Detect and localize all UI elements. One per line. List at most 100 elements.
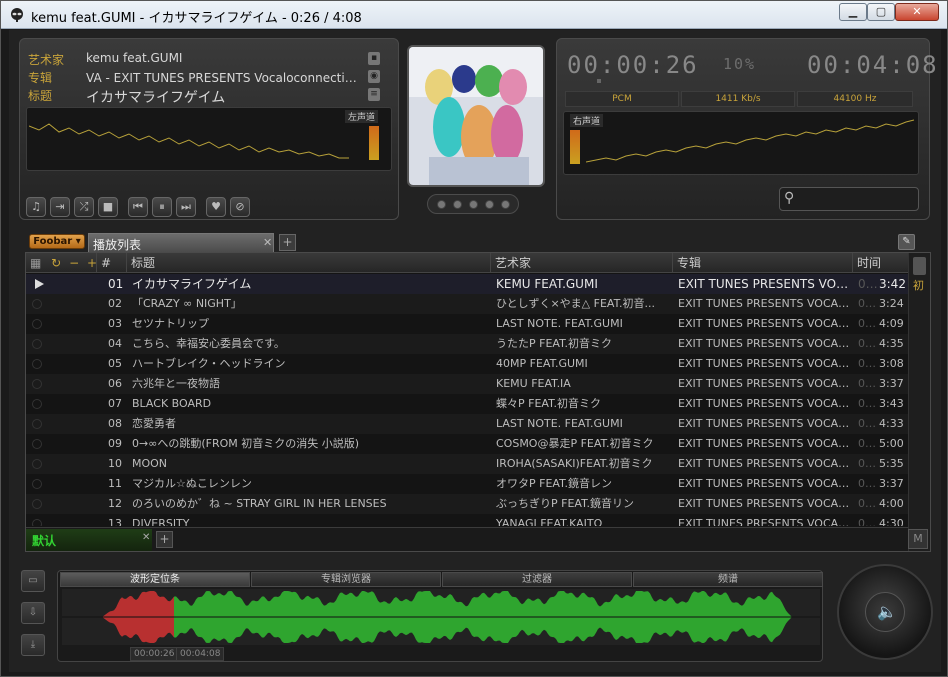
table-row[interactable]: 10 MOON IROHA(SASAKI)FEAT.初音ミク EXIT TUNES P… bbox=[26, 454, 908, 474]
row-number: 06 bbox=[108, 377, 122, 390]
album-art[interactable] bbox=[407, 45, 545, 187]
row-title: セツナトリップ bbox=[132, 317, 209, 330]
tab-close-icon[interactable]: ✕ bbox=[263, 236, 272, 249]
row-time-prefix: 00:0 bbox=[858, 417, 880, 430]
import-icon[interactable]: ⇩ bbox=[21, 602, 45, 624]
tab-default[interactable]: 默认 ✕ bbox=[26, 529, 152, 551]
close-button[interactable]: ✕ bbox=[895, 3, 939, 21]
next-button[interactable]: ⏭ bbox=[176, 197, 196, 217]
artist-label: 艺术家 bbox=[28, 53, 65, 67]
volume-knob-center[interactable]: 🔈 bbox=[865, 592, 905, 632]
table-row[interactable]: 07 BLACK BOARD 蝶々P FEAT.初音ミク EXIT TUNES PRE… bbox=[26, 394, 908, 414]
progress-percent: 10% bbox=[723, 55, 757, 73]
row-time-prefix: 00:0 bbox=[858, 457, 880, 470]
page-dot[interactable] bbox=[453, 200, 462, 209]
artist-value: kemu feat.GUMI bbox=[86, 51, 183, 65]
table-row[interactable]: 05 ハートブレイク・ヘッドライン 40MP FEAT.GUMI EXIT TUNES… bbox=[26, 354, 908, 374]
m-button[interactable]: M bbox=[908, 529, 928, 549]
settings-wrench-icon[interactable]: ✎ bbox=[898, 234, 915, 250]
row-artist: COSMO@暴走P FEAT.初音ミク bbox=[496, 437, 654, 450]
time-panel: 00:00:26 10% 00:04:08 PCM 1411 Kb/s 4410… bbox=[556, 38, 937, 220]
title-value: イカサマライフゲイム bbox=[86, 90, 226, 106]
row-title: ハートブレイク・ヘッドライン bbox=[132, 357, 286, 370]
refresh-icon[interactable]: ↻ bbox=[51, 256, 61, 270]
column-time[interactable]: 时间 bbox=[852, 253, 908, 273]
minimize-button[interactable]: ▁ bbox=[839, 3, 867, 21]
title-bar[interactable]: kemu feat.GUMI - イカサマライフゲイム - 0:26 / 4:0… bbox=[1, 1, 947, 29]
row-number: 05 bbox=[108, 357, 122, 370]
volume-knob[interactable]: 🔈 bbox=[837, 564, 933, 660]
pause-button[interactable]: ⏸ bbox=[152, 197, 172, 217]
grid-icon[interactable]: ▦ bbox=[30, 256, 41, 270]
cd-icon[interactable]: ◉ bbox=[368, 70, 380, 83]
row-album: EXIT TUNES PRESENTS VOCALO... bbox=[678, 297, 850, 310]
block-button[interactable]: ⊘ bbox=[230, 197, 250, 217]
shuffle-button[interactable]: ⤮ bbox=[74, 197, 94, 217]
artist-info-icon[interactable]: ▪ bbox=[368, 52, 380, 65]
playlist-header: ▦ ↻ − + # 标题 艺术家 专辑 时间 bbox=[26, 253, 908, 273]
minus-icon[interactable]: − bbox=[69, 256, 79, 270]
add-playlist-button[interactable]: + bbox=[156, 531, 173, 548]
table-row[interactable]: 03 セツナトリップ LAST NOTE. FEAT.GUMI EXIT TUNES … bbox=[26, 314, 908, 334]
table-row[interactable]: 09 0→∞への跳動(FROM 初音ミクの消失 小説版) COSMO@暴走P FEA… bbox=[26, 434, 908, 454]
row-number: 10 bbox=[108, 457, 122, 470]
row-time-prefix: 00:0 bbox=[858, 477, 880, 490]
scroll-thumb[interactable] bbox=[913, 257, 926, 275]
search-box[interactable]: ⚲ bbox=[779, 187, 919, 211]
bottom-tabs: 波形定位条 专辑浏览器 过滤器 频谱 bbox=[60, 572, 823, 587]
download-icon[interactable]: ⤓ bbox=[21, 634, 45, 656]
column-artist[interactable]: 艺术家 bbox=[490, 253, 672, 273]
favorite-button[interactable]: ♥ bbox=[206, 197, 226, 217]
left-vu-meter bbox=[369, 126, 379, 160]
current-time: 00:00:26 bbox=[567, 51, 699, 79]
row-title: MOON bbox=[132, 457, 168, 470]
page-dot[interactable] bbox=[469, 200, 478, 209]
previous-button[interactable]: ⏮ bbox=[128, 197, 148, 217]
row-album: EXIT TUNES PRESENTS VOCALO... bbox=[678, 337, 850, 350]
column-album[interactable]: 专辑 bbox=[672, 253, 852, 273]
search-icon: ⚲ bbox=[784, 190, 795, 206]
repeat-order-button[interactable]: ⇥ bbox=[50, 197, 70, 217]
list-icon[interactable]: ≡ bbox=[368, 88, 380, 101]
seek-marker bbox=[597, 79, 601, 83]
row-album: EXIT TUNES PRESENTS VOCALO... bbox=[678, 377, 850, 390]
tab-filter[interactable]: 过滤器 bbox=[442, 572, 632, 587]
page-dot[interactable] bbox=[485, 200, 494, 209]
playlist-scrollbar[interactable]: 初 bbox=[908, 253, 930, 551]
page-dot[interactable] bbox=[501, 200, 510, 209]
row-title: BLACK BOARD bbox=[132, 397, 212, 410]
row-number: 11 bbox=[108, 477, 122, 490]
tab-playlist[interactable]: 播放列表 ✕ bbox=[88, 233, 274, 253]
app-window: kemu feat.GUMI - イカサマライフゲイム - 0:26 / 4:0… bbox=[0, 0, 948, 677]
table-row[interactable]: 08 恋愛勇者 LAST NOTE. FEAT.GUMI EXIT TUNES PRE… bbox=[26, 414, 908, 434]
tab-spectrum[interactable]: 频谱 bbox=[633, 572, 823, 587]
foobar-menu-button[interactable]: Foobar ▾ bbox=[29, 234, 85, 249]
table-row[interactable]: 04 こちら、幸福安心委員会です。 うたたP FEAT.初音ミク EXIT TUNES… bbox=[26, 334, 908, 354]
column-num[interactable]: # bbox=[96, 253, 126, 273]
row-time: 5:35 bbox=[879, 457, 904, 470]
stop-button[interactable]: ■ bbox=[98, 197, 118, 217]
table-row[interactable]: 01 イカサマライフゲイム KEMU FEAT.GUMI EXIT TUNES PRE… bbox=[26, 274, 908, 294]
waveform-seekbar[interactable] bbox=[62, 589, 820, 645]
table-row[interactable]: 13 DIVERSITY YANAGI FEAT.KAITO EXIT TUNES P… bbox=[26, 514, 908, 526]
row-time: 3:24 bbox=[879, 297, 904, 310]
row-time-prefix: 00:0 bbox=[858, 337, 880, 350]
page-dot[interactable] bbox=[437, 200, 446, 209]
tab-album-browser[interactable]: 专辑浏览器 bbox=[251, 572, 441, 587]
row-artist: うたたP FEAT.初音ミク bbox=[496, 337, 612, 350]
row-title: 恋愛勇者 bbox=[132, 417, 176, 430]
row-number: 02 bbox=[108, 297, 122, 310]
add-tab-button[interactable]: + bbox=[279, 234, 296, 251]
column-title[interactable]: 标题 bbox=[126, 253, 490, 273]
view-toggle-icon[interactable]: ▭ bbox=[21, 570, 45, 592]
tab-default-close-icon[interactable]: ✕ bbox=[142, 532, 150, 543]
table-row[interactable]: 02 「CRAZY ∞ NIGHT」 ひとしずく×やま△ FEAT.初音... EXI… bbox=[26, 294, 908, 314]
maximize-button[interactable]: ▢ bbox=[867, 3, 895, 21]
table-row[interactable]: 12 のろいのめか゛ね ~ STRAY GIRL IN HER LENSES ぶっち… bbox=[26, 494, 908, 514]
tab-waveform[interactable]: 波形定位条 bbox=[60, 572, 250, 587]
row-title: こちら、幸福安心委員会です。 bbox=[132, 337, 285, 350]
table-row[interactable]: 11 マジカル☆ぬこレンレン オワタP FEAT.鏡音レン EXIT TUNES PR… bbox=[26, 474, 908, 494]
table-row[interactable]: 06 六兆年と一夜物語 KEMU FEAT.IA EXIT TUNES PRESENT… bbox=[26, 374, 908, 394]
music-note-button[interactable]: ♫ bbox=[26, 197, 46, 217]
waveform-seekbar-panel: 波形定位条 专辑浏览器 过滤器 频谱 00:00:26 00:04:08 bbox=[57, 570, 823, 662]
